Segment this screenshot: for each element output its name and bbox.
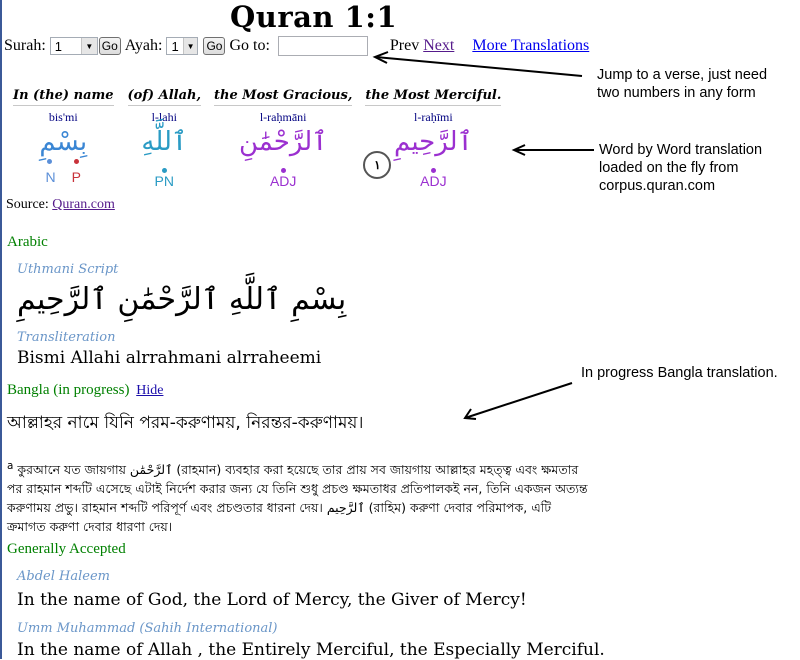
- arrow-jump: [375, 56, 583, 77]
- annotation-arrows: [372, 51, 594, 420]
- arrow-bangla: [464, 382, 573, 419]
